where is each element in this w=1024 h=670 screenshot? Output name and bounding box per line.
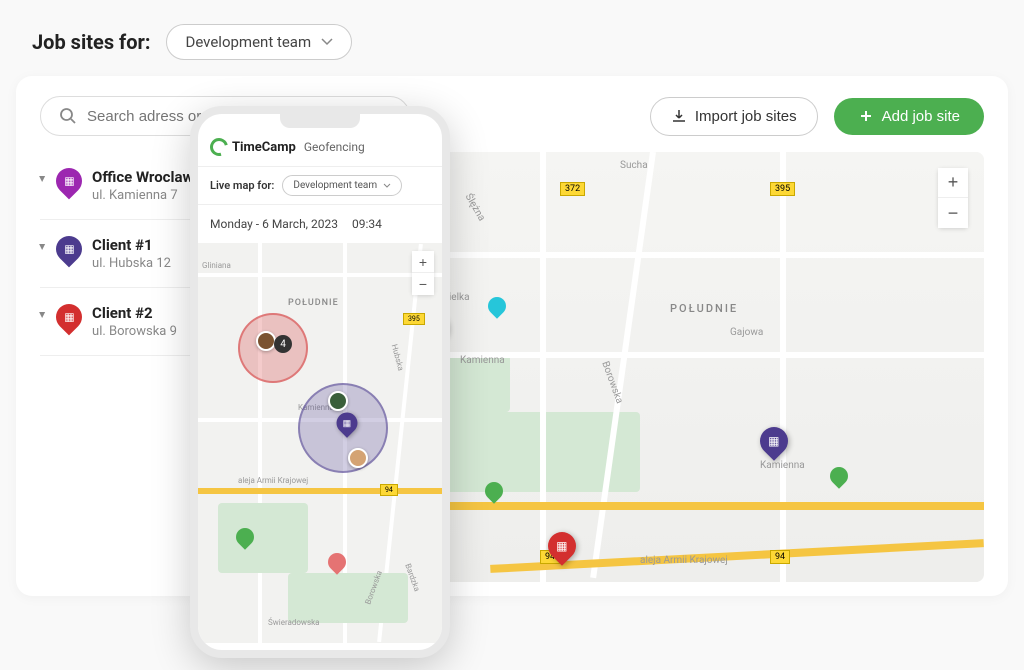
zoom-controls: + − (938, 168, 968, 228)
zoom-in-button[interactable]: + (938, 168, 968, 198)
street-label: Świeradowska (268, 618, 319, 627)
route-badge: 372 (560, 182, 585, 196)
route-badge: 395 (770, 182, 795, 196)
chevron-down-icon (383, 183, 391, 189)
highway (198, 488, 442, 494)
jobsite-address: ul. Borowska 9 (92, 324, 177, 339)
plus-icon (858, 108, 874, 124)
street-label: Gajowa (730, 327, 763, 338)
jobsite-address: ul. Hubska 12 (92, 256, 171, 271)
park-shape (218, 503, 308, 573)
main-panel: Import job sites Add job site ▸ ▦ Office… (16, 76, 1008, 596)
street-label: aleja Armii Krajowej (238, 476, 308, 485)
road (198, 273, 442, 277)
import-button[interactable]: Import job sites (650, 97, 818, 136)
road (258, 243, 262, 643)
jobsite-title: Client #1 (92, 236, 171, 254)
user-avatar[interactable] (256, 331, 276, 351)
route-badge: 94 (380, 484, 398, 496)
pin-icon: ▦ (56, 304, 82, 336)
poi-pin (485, 482, 503, 504)
brand-name: TimeCamp (232, 140, 296, 155)
jobsite-title: Office Wroclaw (92, 168, 193, 186)
timecamp-logo-icon (207, 135, 232, 160)
pin-icon: ▦ (56, 168, 82, 200)
mobile-team-selector[interactable]: Development team (282, 175, 402, 196)
mobile-map[interactable]: Gliniana Kamienna aleja Armii Krajowej H… (198, 243, 442, 643)
route-badge: 395 (403, 313, 425, 325)
route-badge: 94 (770, 550, 790, 564)
mobile-date: Monday - 6 March, 2023 (210, 217, 338, 231)
mobile-zoom-controls: + − (412, 251, 434, 295)
mobile-preview: TimeCamp Geofencing Live map for: Develo… (190, 106, 450, 658)
chevron-down-icon: ▸ (36, 312, 50, 318)
user-avatar[interactable] (348, 448, 368, 468)
street-label: Gliniana (202, 261, 231, 270)
poi-pin (488, 297, 506, 319)
map-pin-red[interactable]: ▦ (548, 532, 576, 568)
add-jobsite-button[interactable]: Add job site (834, 98, 984, 135)
jobsite-address: ul. Kamienna 7 (92, 188, 193, 203)
mobile-pin-indigo[interactable]: ▦ (337, 413, 358, 440)
district-label: POŁUDNIE (670, 302, 738, 315)
chevron-down-icon: ▸ (36, 176, 50, 182)
jobsite-title: Client #2 (92, 304, 177, 322)
chevron-down-icon (321, 38, 333, 46)
page-title: Job sites for: (32, 30, 150, 54)
chevron-down-icon: ▸ (36, 244, 50, 250)
mobile-time: 09:34 (352, 217, 382, 231)
street-label: Hubska (390, 343, 406, 372)
road (780, 152, 786, 582)
pin-icon: ▦ (56, 236, 82, 268)
live-map-label: Live map for: (210, 179, 274, 192)
zoom-in-button[interactable]: + (412, 251, 434, 273)
search-icon (59, 107, 77, 125)
poi-pin (830, 467, 848, 489)
road (540, 152, 546, 582)
street-label: Sucha (620, 160, 648, 171)
user-avatar[interactable] (328, 391, 348, 411)
mobile-team-label: Development team (293, 180, 377, 191)
map-pin-indigo[interactable]: ▦ (760, 427, 788, 463)
phone-notch (280, 114, 360, 128)
zoom-out-button[interactable]: − (938, 198, 968, 228)
zoom-out-button[interactable]: − (412, 273, 434, 295)
park-shape (288, 573, 408, 623)
download-icon (671, 108, 687, 124)
team-selector-label: Development team (185, 33, 311, 51)
add-label: Add job site (882, 108, 960, 125)
street-label: Kamienna (460, 355, 505, 366)
feature-name: Geofencing (304, 140, 365, 154)
street-label: aleja Armii Krajowej (640, 555, 728, 566)
district-label: POŁUDNIE (288, 298, 339, 308)
poi-pin (328, 553, 346, 575)
import-label: Import job sites (695, 108, 797, 125)
poi-pin (236, 528, 254, 550)
member-count: 4 (274, 335, 292, 353)
team-selector[interactable]: Development team (166, 24, 352, 60)
